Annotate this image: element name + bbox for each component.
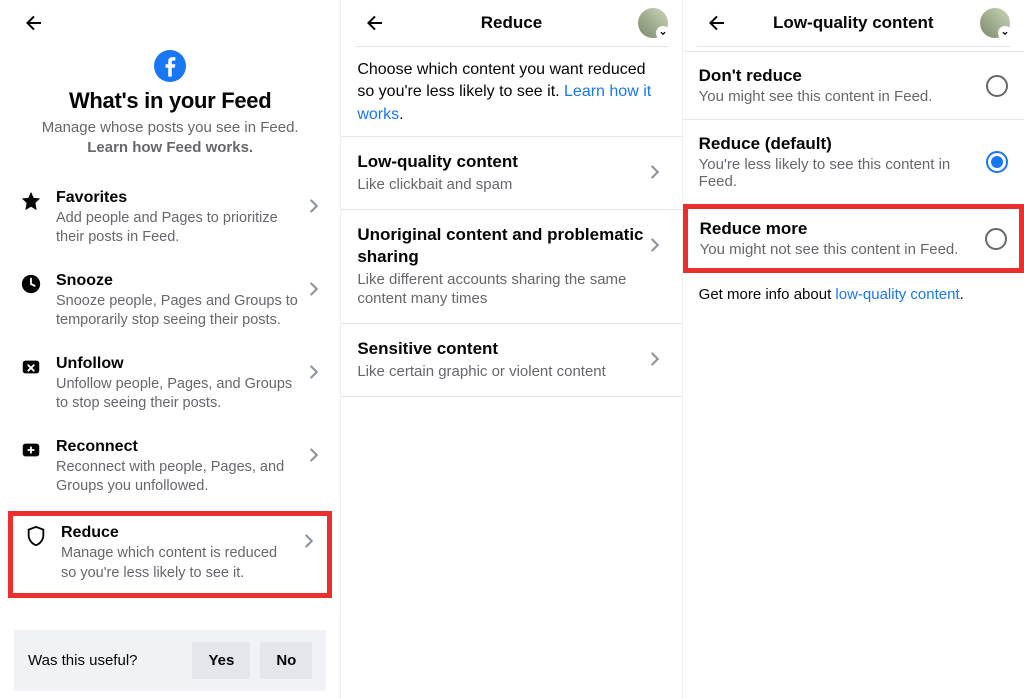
- unfollow-icon: [20, 356, 42, 378]
- radio-button[interactable]: [986, 151, 1008, 173]
- back-arrow-icon: [363, 11, 387, 35]
- more-info-text: Get more info about low-quality content.: [683, 272, 1024, 317]
- chevron-right-icon: [303, 195, 325, 217]
- yes-button[interactable]: Yes: [192, 642, 250, 679]
- chevron-right-icon: [644, 234, 666, 256]
- header-title: Reduce: [341, 13, 681, 33]
- unfollow-item[interactable]: UnfollowUnfollow people, Pages, and Grou…: [0, 343, 340, 426]
- option-dont-reduce[interactable]: Don't reduceYou might see this content i…: [683, 51, 1024, 120]
- radio-button[interactable]: [986, 75, 1008, 97]
- chevron-right-icon: [644, 161, 666, 183]
- low-quality-info-link[interactable]: low-quality content: [835, 286, 959, 303]
- chevron-right-icon: [303, 278, 325, 300]
- sensitive-content-item[interactable]: Sensitive contentLike certain graphic or…: [341, 324, 681, 397]
- header-title: Low-quality content: [683, 13, 1024, 33]
- no-button[interactable]: No: [260, 642, 312, 679]
- clock-icon: [20, 273, 42, 295]
- reduce-intro: Choose which content you want reduced so…: [341, 47, 681, 136]
- facebook-logo-icon: [154, 50, 186, 82]
- unoriginal-content-item[interactable]: Unoriginal content and problematic shari…: [341, 210, 681, 324]
- shield-icon: [25, 525, 47, 547]
- option-reduce-more[interactable]: Reduce moreYou might not see this conten…: [683, 204, 1024, 273]
- star-icon: [20, 190, 42, 212]
- chevron-right-icon: [644, 348, 666, 370]
- panel-low-quality: Low-quality content Don't reduceYou migh…: [683, 0, 1024, 699]
- back-button[interactable]: [361, 9, 389, 37]
- back-arrow-icon: [705, 11, 729, 35]
- snooze-item[interactable]: SnoozeSnooze people, Pages and Groups to…: [0, 260, 340, 343]
- reduce-item[interactable]: ReduceManage which content is reduced so…: [8, 511, 332, 598]
- back-arrow-icon: [22, 11, 46, 35]
- chevron-right-icon: [298, 530, 320, 552]
- option-reduce-default[interactable]: Reduce (default)You're less likely to se…: [683, 120, 1024, 205]
- back-button[interactable]: [703, 9, 731, 37]
- panel-reduce: Reduce Choose which content you want red…: [341, 0, 682, 699]
- profile-avatar[interactable]: [638, 8, 668, 38]
- radio-button[interactable]: [985, 228, 1007, 250]
- back-button[interactable]: [20, 9, 48, 37]
- chevron-right-icon: [303, 361, 325, 383]
- page-title: What's in your Feed: [69, 88, 271, 114]
- page-subtitle: Manage whose posts you see in Feed. Lear…: [42, 118, 299, 159]
- learn-feed-link[interactable]: Learn how Feed works.: [87, 139, 253, 156]
- chevron-right-icon: [303, 444, 325, 466]
- reconnect-icon: [20, 439, 42, 461]
- reconnect-item[interactable]: ReconnectReconnect with people, Pages, a…: [0, 426, 340, 509]
- favorites-item[interactable]: FavoritesAdd people and Pages to priorit…: [0, 177, 340, 260]
- profile-avatar[interactable]: [980, 8, 1010, 38]
- panel-feed-settings: What's in your Feed Manage whose posts y…: [0, 0, 341, 699]
- feedback-bar: Was this useful? Yes No: [14, 630, 326, 691]
- low-quality-item[interactable]: Low-quality contentLike clickbait and sp…: [341, 136, 681, 210]
- feedback-question: Was this useful?: [28, 652, 182, 669]
